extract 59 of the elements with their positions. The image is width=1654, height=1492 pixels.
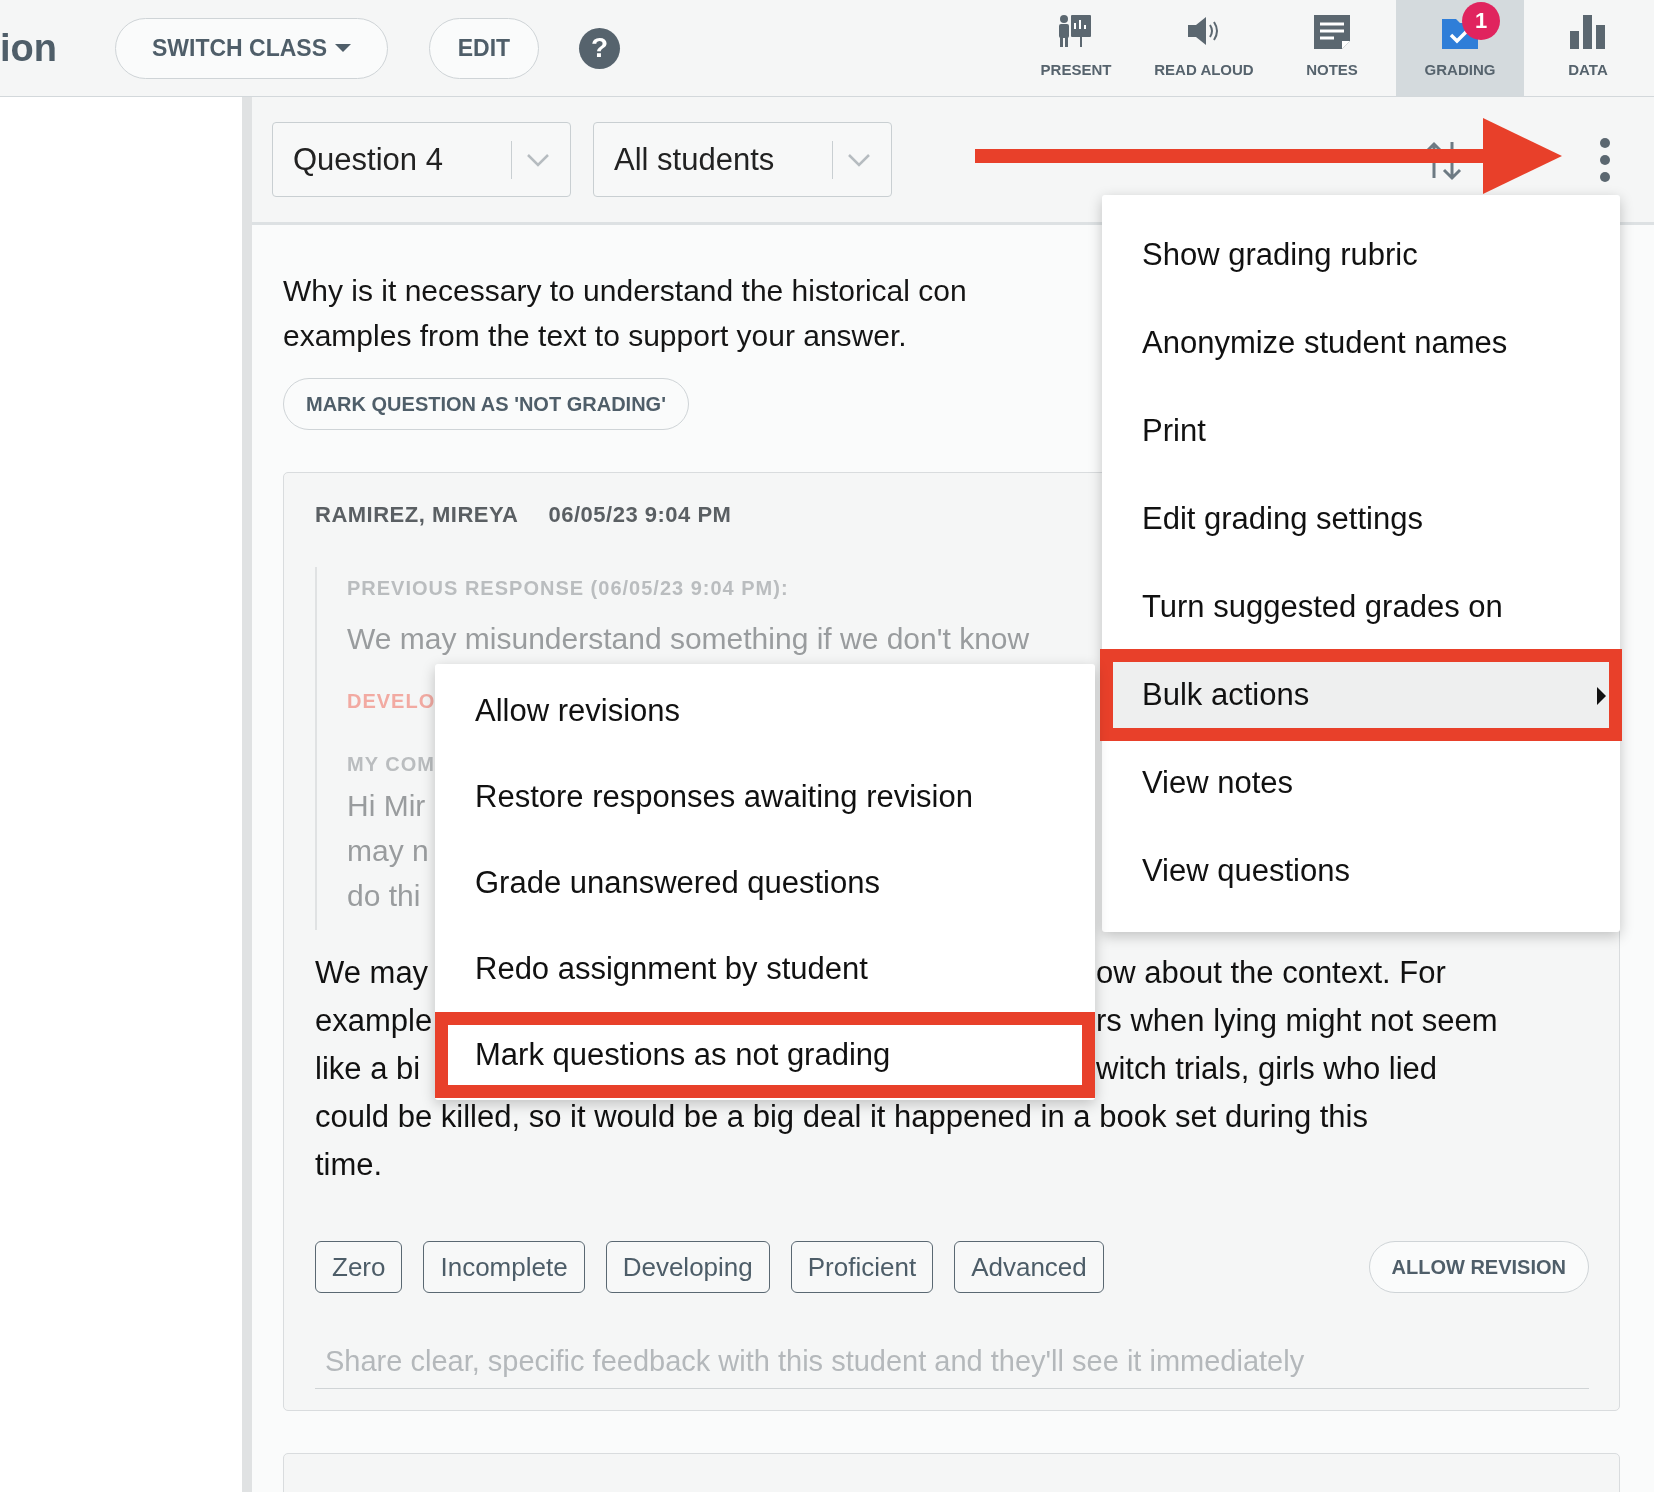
dropdown[interactable]: Question 4	[272, 122, 571, 197]
student-name: RAMIREZ, MIREYA	[315, 501, 519, 529]
menu-item[interactable]: View notes	[1102, 739, 1620, 827]
feedback-field[interactable]: Share clear, specific feedback with this student and they'll see it immediately	[315, 1335, 1589, 1389]
menu-item[interactable]: Redo assignment by student	[435, 926, 1095, 1012]
grade-label: DEVELO	[347, 689, 436, 714]
comment-text: may n	[347, 833, 429, 869]
question-text: Why is it necessary to understand the historical con	[283, 273, 967, 309]
menu-item[interactable]: Print	[1102, 387, 1620, 475]
menu-item[interactable]: Edit grading settings	[1102, 475, 1620, 563]
grade-button[interactable]: Incomplete	[423, 1241, 585, 1293]
menu-item[interactable]: Turn suggested grades on	[1102, 563, 1620, 651]
toolbar-button[interactable]: READ ALOUD	[1140, 0, 1268, 96]
answer-text: like a bi	[315, 1050, 421, 1088]
toolbar-button[interactable]: GRADING 1	[1396, 0, 1524, 96]
menu-item[interactable]: Allow revisions	[435, 668, 1095, 754]
note-icon	[1312, 12, 1352, 51]
menu-item[interactable]: Mark questions as not grading	[435, 1012, 1095, 1098]
menu-item[interactable]: Grade unanswered questions	[435, 840, 1095, 926]
answer-text: rs when lying might not seem	[1096, 1002, 1498, 1040]
comment-text: do thi	[347, 878, 421, 914]
answer-text: time.	[315, 1146, 383, 1184]
menu-item[interactable]: View questions	[1102, 827, 1620, 915]
answer-text: example	[315, 1002, 433, 1040]
grade-button[interactable]: Zero	[315, 1241, 403, 1293]
bar-chart-icon	[1568, 12, 1608, 51]
toolbar-button[interactable]: NOTES	[1268, 0, 1396, 96]
more-options-icon[interactable]	[1598, 136, 1612, 183]
answer-text: ow about the context. For	[1096, 954, 1446, 992]
menu-item[interactable]: Restore responses awaiting revision	[435, 754, 1095, 840]
comment-text: Hi Mir	[347, 788, 426, 824]
answer-text: witch trials, girls who lied	[1096, 1050, 1438, 1088]
allow-revision-button[interactable]: ALLOW REVISION	[1368, 1241, 1589, 1293]
menu-item[interactable]: Anonymize student names	[1102, 299, 1620, 387]
submenu-arrow-icon	[1597, 687, 1606, 705]
previous-response-label: PREVIOUS RESPONSE (06/05/23 9:04 PM):	[347, 577, 789, 599]
question-text: examples from the text to support your answer.	[283, 318, 907, 354]
edit-button[interactable]: EDIT	[429, 17, 539, 79]
grade-button[interactable]: Proficient	[790, 1241, 934, 1293]
caret-icon	[335, 44, 351, 52]
page-title: ion	[0, 26, 57, 70]
notification-badge: 1	[1462, 1, 1500, 40]
help-button[interactable]: ?	[579, 27, 620, 69]
menu-item[interactable]: Bulk actions	[1102, 651, 1620, 739]
answer-text: could be killed, so it would be a big deal it happened in a book set during this	[315, 1098, 1368, 1136]
comment-label: MY COM	[347, 753, 435, 775]
mark-not-grading-button[interactable]: MARK QUESTION AS 'NOT GRADING'	[283, 378, 689, 430]
dropdown[interactable]: All students	[593, 122, 892, 197]
grade-button[interactable]: Advanced	[954, 1241, 1104, 1293]
answer-text: We may	[315, 954, 429, 992]
toolbar-button[interactable]: PRESENT	[1012, 0, 1140, 96]
chevron-down-icon	[847, 152, 871, 167]
chevron-down-icon	[526, 152, 550, 167]
grade-button[interactable]: Developing	[605, 1241, 770, 1293]
previous-response-text: We may misunderstand something if we don't know	[347, 621, 1030, 657]
menu-item[interactable]: Show grading rubric	[1102, 211, 1620, 299]
toolbar-button[interactable]: DATA	[1524, 0, 1652, 96]
response-timestamp: 06/05/23 9:04 PM	[548, 501, 732, 529]
switch-class-button[interactable]: SWITCH CLASS	[115, 17, 388, 79]
